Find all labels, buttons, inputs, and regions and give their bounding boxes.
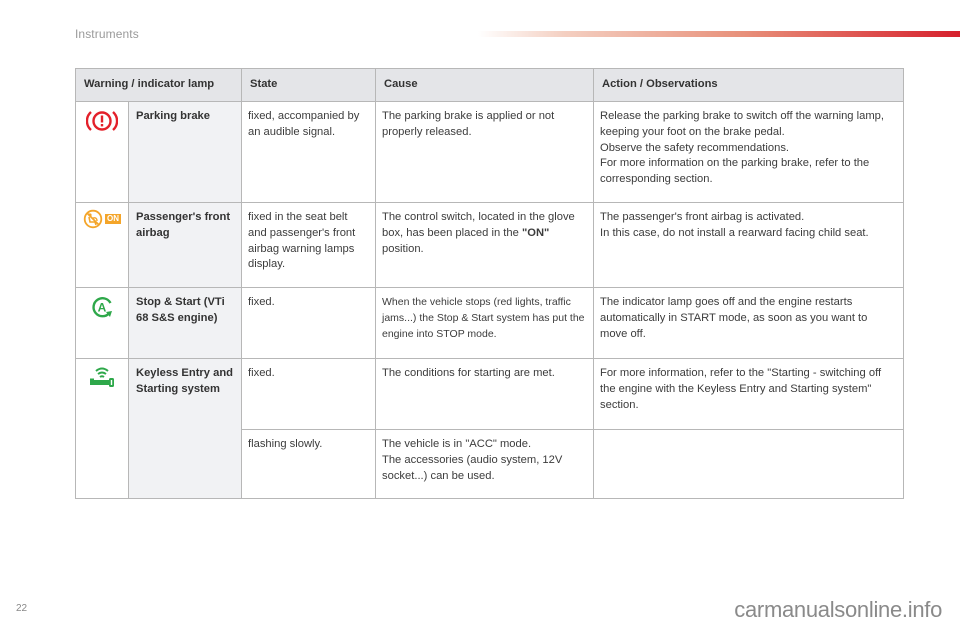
lamp-name: Passenger's front airbag [128, 202, 242, 288]
cause-text: The conditions for starting are met. [375, 358, 594, 430]
table-header-row: Warning / indicator lamp State Cause Act… [75, 68, 904, 102]
stop-start-icon: A [83, 294, 121, 320]
action-text-empty [593, 429, 904, 499]
action-line: Observe the safety recommendations. [600, 141, 790, 154]
action-line: The passenger's front airbag is activate… [600, 211, 805, 223]
lamp-icon-cell: A [75, 287, 129, 359]
header-cause: Cause [375, 68, 594, 102]
cause-text: The parking brake is applied or not prop… [375, 101, 594, 203]
table-row: Keyless Entry and Starting system fixed.… [75, 358, 904, 499]
svg-text:A: A [98, 301, 107, 315]
table-row: A Stop & Start (VTi 68 S&S engine) fixed… [75, 287, 904, 359]
keyless-entry-icon [83, 365, 121, 389]
lamp-icon-cell [75, 101, 129, 203]
state-text: fixed. [241, 287, 376, 359]
header-lamp: Warning / indicator lamp [75, 68, 242, 102]
parking-brake-warning-icon [83, 108, 121, 134]
lamp-icon-cell [75, 358, 129, 499]
state-text: flashing slowly. [241, 429, 376, 499]
action-text: Release the parking brake to switch off … [593, 101, 904, 203]
table-row: ON Passenger's front airbag fixed in the… [75, 202, 904, 288]
action-text: For more information, refer to the "Star… [593, 358, 904, 430]
page-number: 22 [16, 603, 28, 614]
header-state: State [241, 68, 376, 102]
cause-text: The control switch, located in the glove… [375, 202, 594, 288]
cause-text-bold: "ON" [521, 226, 550, 239]
action-line: Release the parking brake to switch off … [600, 110, 884, 138]
watermark: carmanualsonline.info [734, 597, 942, 622]
table-row: Parking brake fixed, accompanied by an a… [75, 101, 904, 203]
warning-lamps-table: Warning / indicator lamp State Cause Act… [75, 68, 904, 499]
lamp-name: Stop & Start (VTi 68 S&S engine) [128, 287, 242, 359]
on-badge: ON [105, 214, 121, 224]
passenger-airbag-on-icon: ON [83, 209, 121, 229]
cause-line: The accessories (audio system, 12V socke… [382, 453, 563, 482]
action-text: The indicator lamp goes off and the engi… [593, 287, 904, 359]
action-text: The passenger's front airbag is activate… [593, 202, 904, 288]
header-action: Action / Observations [593, 68, 904, 102]
cause-text: The vehicle is in "ACC" mode. The access… [375, 429, 594, 499]
cause-text-suffix: position. [382, 242, 424, 255]
state-text: fixed. [241, 358, 376, 430]
lamp-icon-cell: ON [75, 202, 129, 288]
action-line: For more information on the parking brak… [600, 157, 870, 186]
header-accent-bar [478, 31, 960, 37]
state-text: fixed in the seat belt and passenger's f… [241, 202, 376, 288]
state-text: fixed, accompanied by an audible signal. [241, 101, 376, 203]
lamp-name: Parking brake [128, 101, 242, 203]
action-line: In this case, do not install a rearward … [600, 226, 869, 239]
lamp-name: Keyless Entry and Starting system [128, 358, 242, 499]
cause-text: When the vehicle stops (red lights, traf… [375, 287, 594, 359]
section-title: Instruments [75, 27, 139, 41]
cause-line: The vehicle is in "ACC" mode. [382, 438, 532, 450]
